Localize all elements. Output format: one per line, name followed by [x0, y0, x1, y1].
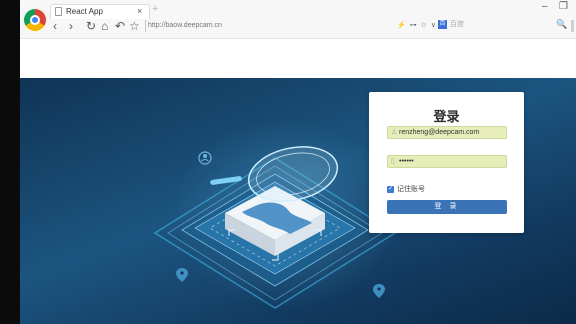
email-value: renzheng@deepcam.com	[399, 129, 480, 136]
close-icon[interactable]: ×	[137, 5, 142, 17]
back-icon[interactable]: ‹	[53, 18, 57, 34]
remember-label[interactable]: 记住账号	[397, 185, 425, 194]
browser-logo-icon[interactable]	[23, 8, 47, 32]
left-black-bar	[0, 0, 20, 324]
location-pin-icon	[373, 284, 385, 298]
page-icon	[55, 7, 62, 16]
login-card: 登录 ♙ renzheng@deepcam.com ▯ •••••• ✓ 记住账…	[369, 92, 524, 233]
new-tab-button[interactable]: +	[152, 2, 158, 16]
search-input[interactable]: 百度	[450, 20, 464, 30]
search-icon[interactable]: 🔍	[556, 19, 567, 30]
login-button[interactable]: 登 录	[387, 200, 507, 214]
browser-tab[interactable]: React App ×	[50, 4, 150, 19]
scroll-handle[interactable]	[571, 20, 574, 32]
undo-icon[interactable]: ↶	[115, 18, 125, 34]
password-field[interactable]: ▯ ••••••	[387, 155, 507, 168]
email-field[interactable]: ♙ renzheng@deepcam.com	[387, 126, 507, 139]
forward-icon[interactable]: ›	[69, 18, 73, 34]
lock-icon: ▯	[391, 158, 395, 165]
checkbox-icon[interactable]: ✓	[387, 186, 394, 193]
search-engine-icon[interactable]: 百	[438, 20, 447, 29]
password-value: ••••••	[399, 158, 414, 165]
refresh-icon[interactable]: ↻	[86, 18, 96, 34]
star-icon[interactable]: ☆	[129, 18, 140, 34]
home-icon[interactable]: ⌂	[101, 18, 108, 34]
lens-handle	[210, 176, 242, 185]
address-separator	[145, 20, 146, 32]
person-pin-icon	[198, 151, 212, 165]
restore-button[interactable]: ❐	[559, 1, 568, 12]
minimize-button[interactable]: –	[542, 1, 548, 12]
address-tools[interactable]: ⚡ ⊶ ☆ ∨	[397, 21, 437, 31]
login-title: 登录	[433, 109, 460, 124]
user-icon: ♙	[391, 129, 398, 136]
location-pin-icon	[176, 268, 188, 282]
tab-title: React App	[66, 7, 103, 16]
address-bar[interactable]: http://baow.deepcam.cn	[148, 21, 222, 31]
